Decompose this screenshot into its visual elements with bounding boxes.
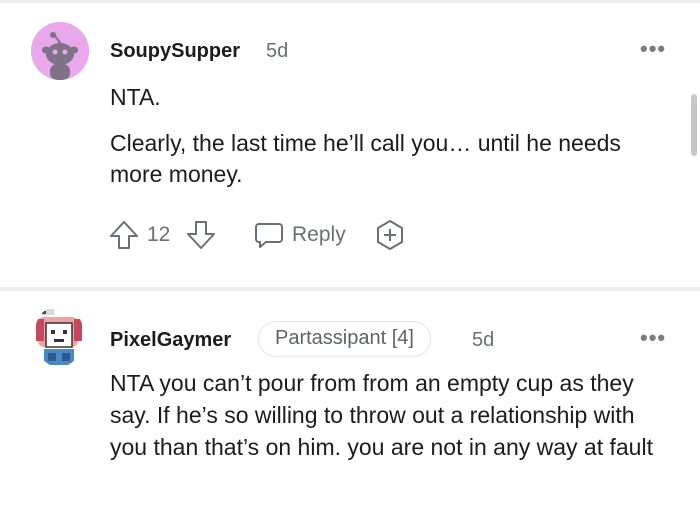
user-flair-badge: Partassipant [4] xyxy=(258,321,431,357)
comment-paragraph: NTA. xyxy=(110,84,161,110)
award-plus-icon xyxy=(374,219,406,251)
comment-timestamp: 5d xyxy=(266,40,289,62)
upvote-button[interactable] xyxy=(108,218,140,252)
comment-username[interactable]: SoupySupper xyxy=(110,40,240,63)
speech-bubble-icon xyxy=(254,220,284,250)
reply-label: Reply xyxy=(292,223,346,246)
vote-count: 12 xyxy=(147,223,171,246)
award-button[interactable] xyxy=(374,218,406,252)
reply-button[interactable]: Reply xyxy=(254,218,346,252)
more-options-icon[interactable]: ••• xyxy=(640,36,666,62)
more-options-icon[interactable]: ••• xyxy=(640,325,666,351)
comment-timestamp: 5d xyxy=(472,329,495,351)
comment: PixelGaymer Partassipant [4] 5d ••• NTA … xyxy=(0,291,700,511)
upvote-arrow-icon xyxy=(108,219,140,251)
comment-username[interactable]: PixelGaymer xyxy=(110,329,231,352)
snoo-avatar-icon[interactable] xyxy=(31,22,89,80)
pixel-character-avatar-icon[interactable] xyxy=(34,305,84,367)
downvote-arrow-icon xyxy=(185,219,217,251)
comment: SoupySupper 5d ••• NTA. Clearly, the las… xyxy=(0,0,700,287)
scrollbar-thumb[interactable] xyxy=(691,94,697,156)
downvote-button[interactable] xyxy=(185,218,217,252)
comment-paragraph: Clearly, the last time he’ll call you… u… xyxy=(110,130,621,187)
comment-paragraph: NTA you can’t pour from from an empty cu… xyxy=(110,370,653,460)
